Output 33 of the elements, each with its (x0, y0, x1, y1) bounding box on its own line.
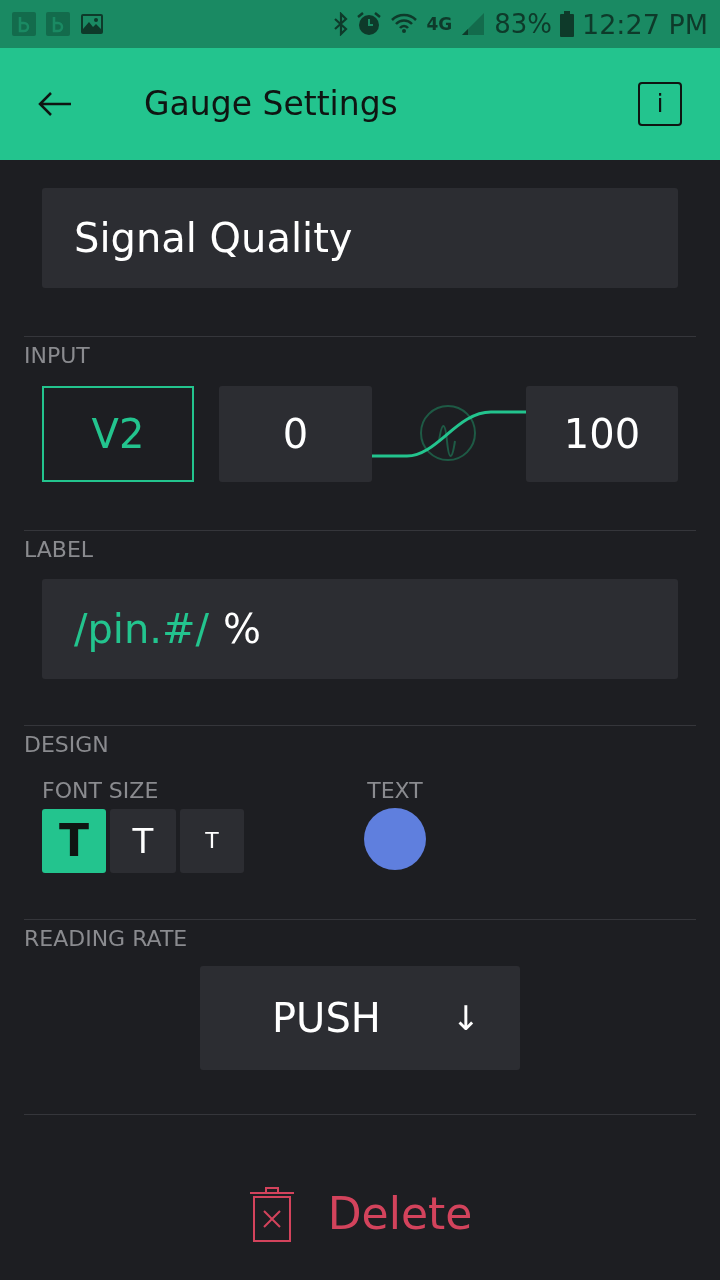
delete-button[interactable]: Delete (247, 1181, 473, 1247)
section-heading: DESIGN (24, 734, 110, 756)
alarm-clock-icon (356, 11, 383, 37)
trash-icon (247, 1185, 296, 1243)
app-notification-icon (46, 12, 70, 36)
label-field[interactable]: /pin.#/ % (42, 579, 678, 679)
field-label: FONT SIZE (42, 780, 160, 802)
font-size-button[interactable]: T (110, 809, 176, 873)
font-size-button[interactable]: T (42, 809, 106, 873)
app-notification-icon (12, 12, 36, 36)
label-part: /pin.#/ (74, 605, 210, 654)
name-field[interactable]: Signal Quality (42, 188, 678, 288)
battery-icon (560, 11, 574, 37)
reading-rate-dropdown[interactable]: PUSH ↓ (200, 966, 520, 1070)
section-heading: INPUT (24, 345, 91, 367)
back-arrow-icon[interactable] (38, 91, 72, 117)
signal-icon (460, 11, 487, 37)
bluetooth-icon (334, 12, 349, 36)
info-button[interactable]: i (638, 82, 682, 126)
clock-time: 12:27 PM (582, 10, 708, 38)
battery-percent: 83% (494, 11, 552, 37)
network-type: 4G (426, 15, 453, 33)
image-icon (80, 12, 104, 36)
pin-selector[interactable]: V2 (42, 386, 194, 482)
font-size-button[interactable]: T (180, 809, 244, 873)
min-value-field[interactable]: 0 (219, 386, 372, 482)
field-label: TEXT (367, 780, 423, 802)
screen-title: Gauge Settings (144, 83, 398, 126)
label-part: % (223, 605, 262, 654)
section-heading: LABEL (24, 539, 95, 561)
wifi-icon (390, 12, 419, 36)
section-heading: READING RATE (24, 928, 189, 950)
max-value-field[interactable]: 100 (526, 386, 678, 482)
